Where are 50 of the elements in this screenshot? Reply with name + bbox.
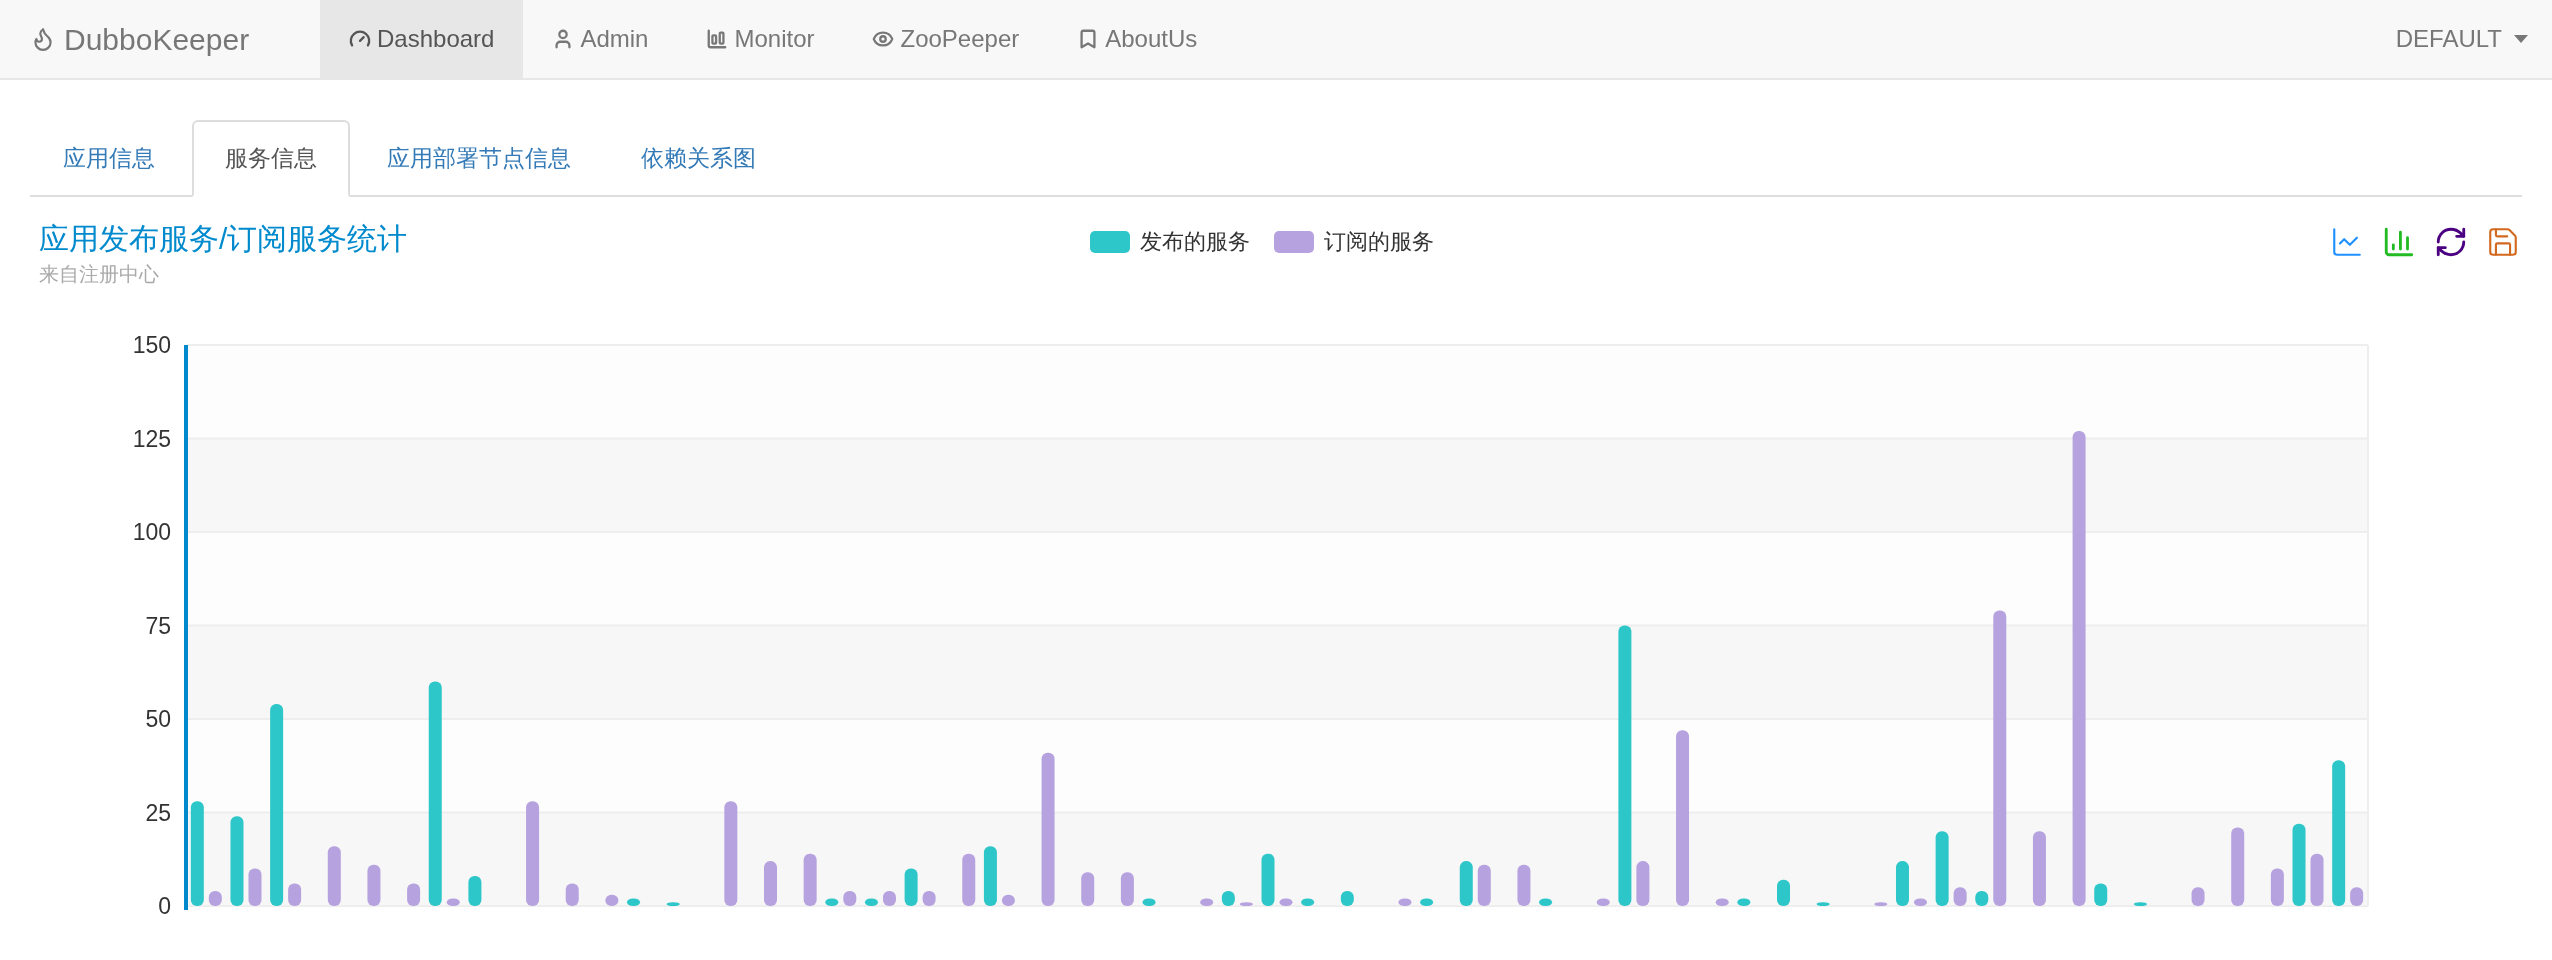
bar [1816, 902, 1830, 906]
bar [1913, 898, 1927, 906]
brand-link[interactable]: DubboKeeper [30, 0, 320, 78]
y-axis-label: 75 [145, 612, 171, 639]
chart-subtitle: 来自注册中心 [39, 262, 160, 287]
chart-title: 应用发布服务/订阅服务统计 [39, 221, 409, 257]
refresh-icon[interactable] [2434, 225, 2468, 259]
bar [1596, 898, 1610, 906]
y-axis-label: 50 [145, 706, 171, 732]
bar [1398, 898, 1412, 906]
nav-item[interactable]: Dashboard [320, 0, 524, 78]
bar [1715, 898, 1729, 906]
bar [1539, 898, 1553, 906]
bar [1301, 898, 1315, 906]
tab[interactable]: 依赖关系图 [608, 120, 789, 197]
tab[interactable]: 应用部署节点信息 [354, 120, 604, 197]
bar [864, 898, 878, 906]
y-axis-label: 125 [132, 425, 171, 452]
bar [825, 898, 839, 906]
save-icon[interactable] [2486, 225, 2520, 259]
line-chart-icon[interactable] [2330, 225, 2364, 259]
bar [1200, 898, 1214, 906]
nav-item[interactable]: ZooPeeper [843, 0, 1049, 78]
bar [962, 853, 976, 906]
bar-chart-icon [706, 28, 729, 50]
nav-item[interactable]: Monitor [677, 0, 844, 78]
tab[interactable]: 服务信息 [192, 120, 350, 197]
bar [1142, 898, 1156, 906]
legend-label[interactable]: 发布的服务 [1140, 225, 1250, 258]
bar [627, 898, 641, 906]
user-menu-dropdown[interactable]: DEFAULT [2395, 0, 2528, 78]
y-axis-label: 25 [145, 799, 171, 826]
bar [2133, 902, 2147, 906]
bar [666, 902, 680, 906]
caret-icon [2514, 35, 2528, 43]
bar [446, 898, 460, 906]
y-axis-label: 150 [132, 332, 171, 358]
bar-chart-icon[interactable] [2382, 225, 2416, 259]
legend-label[interactable]: 订阅的服务 [1324, 225, 1434, 258]
bar [1239, 902, 1253, 906]
bar [1636, 861, 1650, 906]
bar [1420, 898, 1434, 906]
nav-item[interactable]: AboutUs [1048, 0, 1227, 78]
nav-item[interactable]: Admin [523, 0, 678, 78]
bar [1737, 898, 1751, 906]
y-axis-label: 0 [158, 893, 171, 919]
tab[interactable]: 应用信息 [30, 120, 188, 197]
bar [1874, 902, 1888, 906]
bar [1279, 898, 1293, 906]
y-axis-label: 100 [132, 519, 171, 545]
